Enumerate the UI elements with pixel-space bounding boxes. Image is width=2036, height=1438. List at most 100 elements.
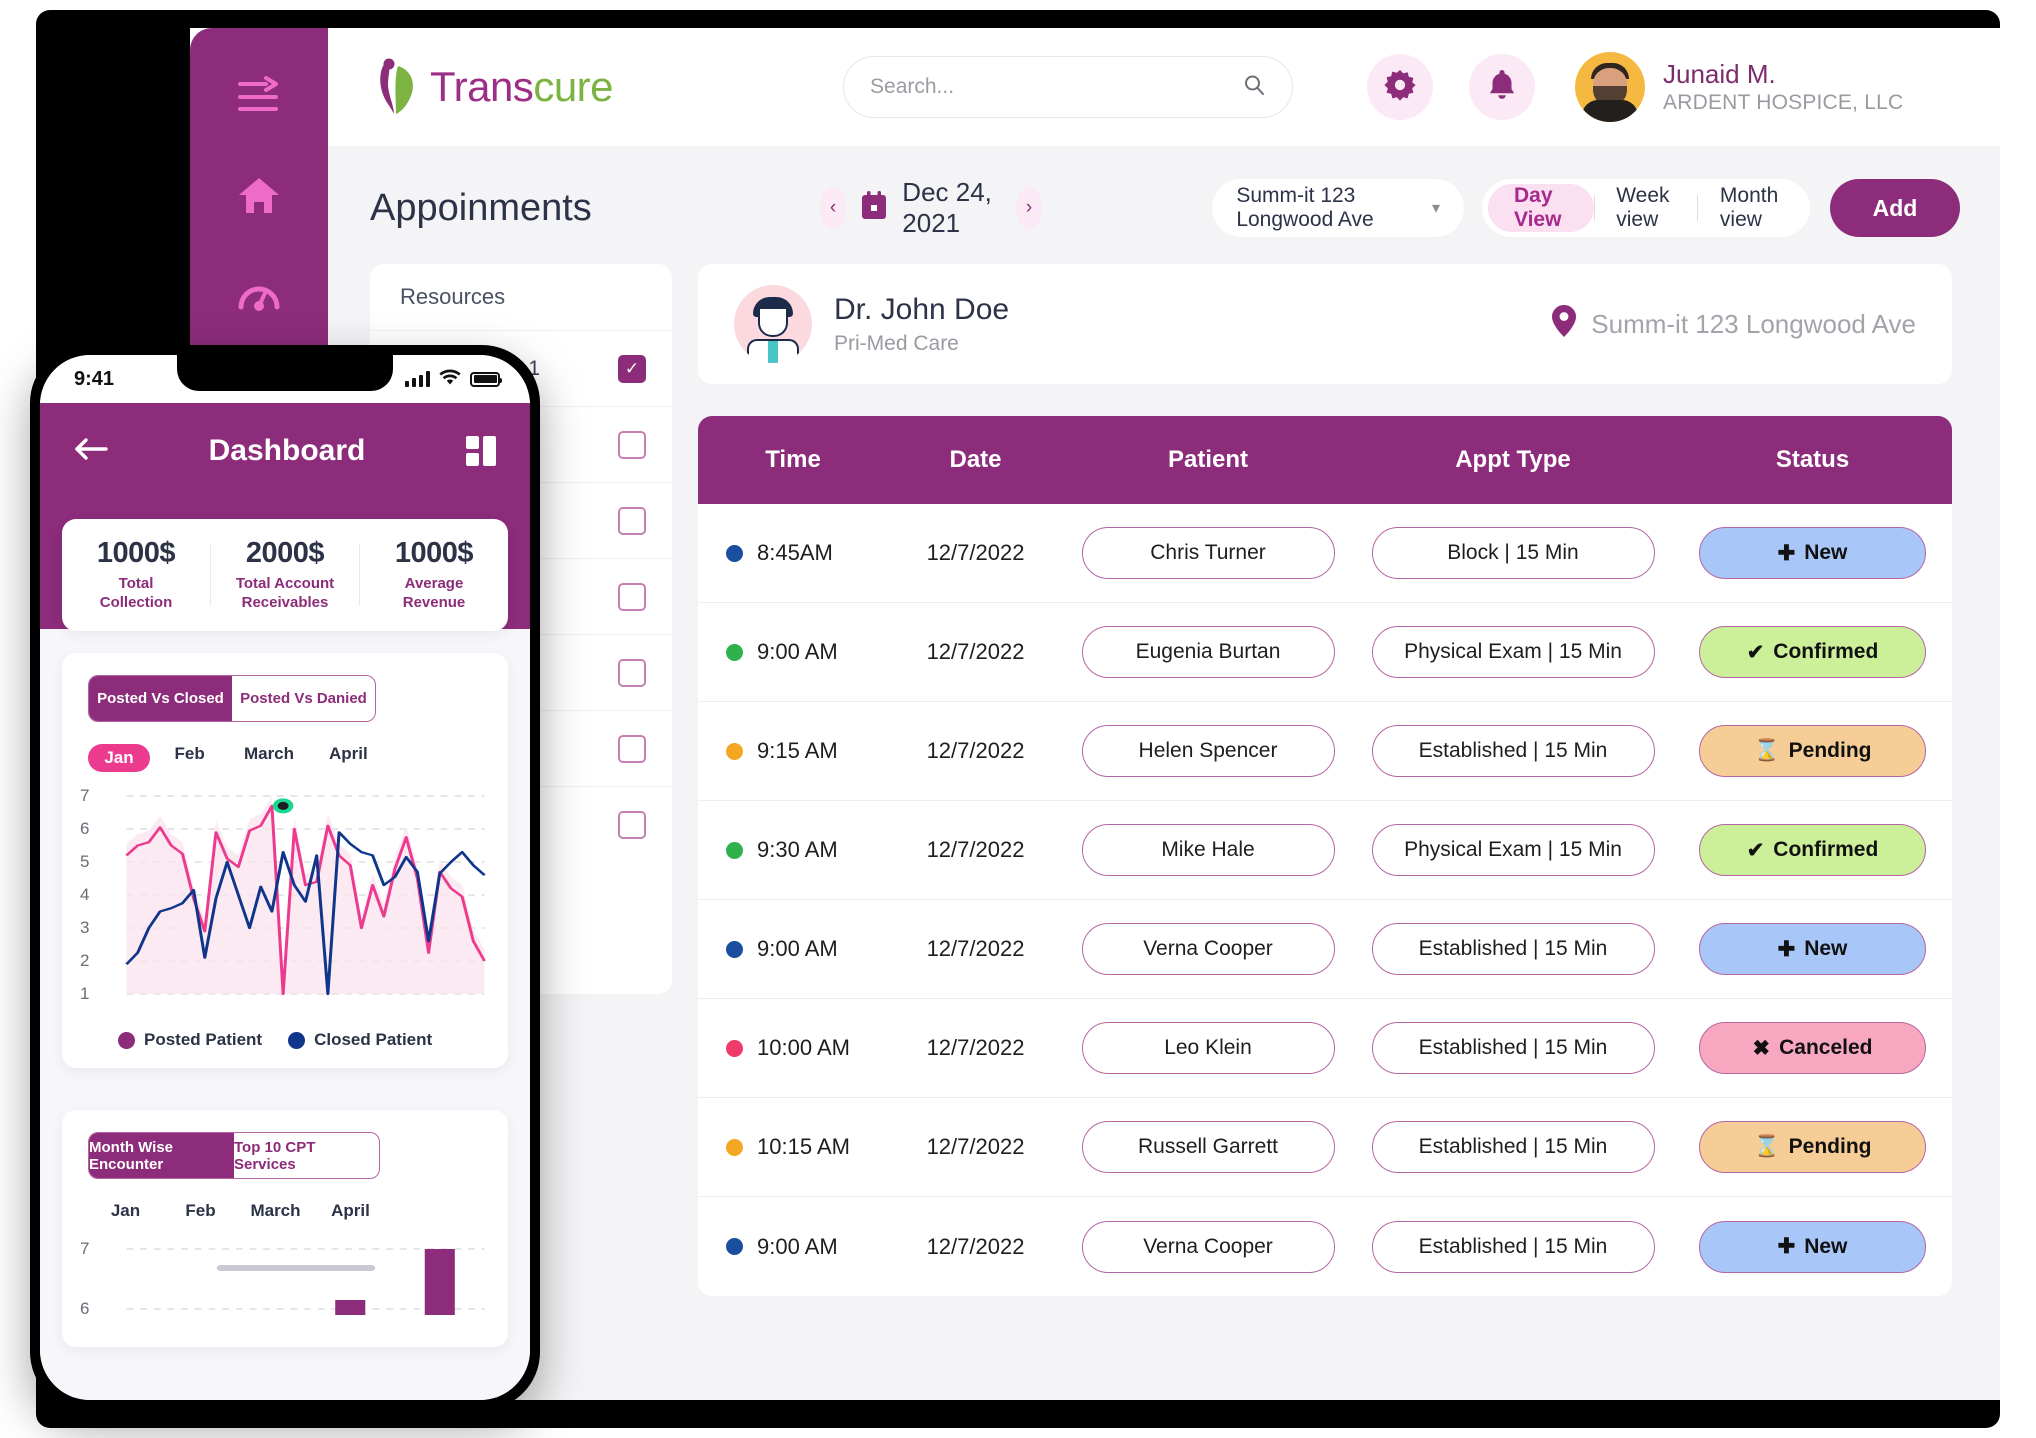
resource-checkbox[interactable]: [618, 582, 646, 611]
appt-type-pill[interactable]: Established | 15 Min: [1371, 725, 1655, 777]
resource-checkbox[interactable]: [618, 506, 646, 535]
resource-checkbox[interactable]: ✓: [618, 354, 646, 383]
tab-posted-vs-danied[interactable]: Posted Vs Danied: [232, 676, 375, 721]
y-axis-tick: 6: [80, 819, 90, 838]
status-badge[interactable]: ✚ New: [1699, 1220, 1926, 1273]
date-navigator: ‹ Dec 24, 2021 ›: [819, 177, 1043, 239]
search-icon[interactable]: [1242, 73, 1266, 102]
appt-type-pill[interactable]: Block | 15 Min: [1371, 527, 1655, 579]
status-dot-icon: [726, 940, 743, 958]
home-icon[interactable]: [190, 146, 328, 246]
prev-date-button[interactable]: ‹: [819, 187, 847, 229]
patient-pill[interactable]: Mike Hale: [1081, 824, 1335, 876]
month-feb[interactable]: Feb: [163, 1201, 238, 1221]
status-badge[interactable]: ⌛ Pending: [1699, 1121, 1926, 1173]
resources-header: Resources: [400, 284, 506, 309]
resource-checkbox[interactable]: [618, 810, 646, 839]
resource-checkbox[interactable]: [618, 430, 646, 459]
status-badge[interactable]: ✔ Confirmed: [1699, 626, 1926, 678]
table-row[interactable]: 9:00 AM 12/7/2022 Verna Cooper Established …: [698, 1197, 1952, 1296]
month-jan[interactable]: Jan: [88, 1201, 163, 1221]
month-april[interactable]: April: [313, 1201, 388, 1221]
back-arrow-icon[interactable]: [74, 436, 108, 467]
patient-pill[interactable]: Chris Turner: [1081, 527, 1335, 579]
location-dropdown[interactable]: Summ-it 123 Longwood Ave ▾: [1212, 179, 1464, 237]
month-march[interactable]: March: [238, 1201, 313, 1221]
status-badge[interactable]: ✚ New: [1699, 527, 1926, 579]
grid-menu-icon[interactable]: [465, 436, 496, 466]
status-badge[interactable]: ✚ New: [1699, 923, 1926, 975]
cell-time: 10:00 AM: [698, 1035, 888, 1061]
table-row[interactable]: 8:45AM 12/7/2022 Chris Turner Block | 15 Mi…: [698, 504, 1952, 603]
tab-week-view[interactable]: Week view: [1594, 184, 1697, 232]
add-appointment-button[interactable]: Add: [1830, 179, 1960, 237]
dashboard-gauge-icon[interactable]: [190, 246, 328, 346]
cell-patient: Chris Turner: [1063, 527, 1353, 579]
patient-pill[interactable]: Verna Cooper: [1081, 1220, 1335, 1273]
user-profile[interactable]: Junaid M. ARDENT HOSPICE, LLC: [1575, 52, 1903, 122]
tab-posted-vs-closed[interactable]: Posted Vs Closed: [89, 676, 232, 721]
status-badge[interactable]: ✖ Canceled: [1699, 1022, 1926, 1074]
table-row[interactable]: 9:00 AM 12/7/2022 Verna Cooper Established …: [698, 900, 1952, 999]
y-axis-tick: 7: [80, 1239, 90, 1258]
tab-top-10-cpt-services[interactable]: Top 10 CPT Services: [234, 1133, 379, 1178]
search-box[interactable]: [843, 56, 1294, 118]
month-jan[interactable]: Jan: [88, 744, 150, 772]
appointments-table: Time Date Patient Appt Type Status 8:45A…: [698, 416, 1952, 1296]
appointment-time: 9:00 AM: [757, 1233, 838, 1259]
cell-time: 8:45AM: [698, 540, 888, 566]
status-icon: ✚: [1777, 1235, 1796, 1258]
table-row[interactable]: 9:15 AM 12/7/2022 Helen Spencer Established…: [698, 702, 1952, 801]
appt-type-pill[interactable]: Established | 15 Min: [1371, 1121, 1655, 1173]
status-dot-icon: [726, 841, 743, 859]
table-row[interactable]: 10:15 AM 12/7/2022 Russell Garrett Establis…: [698, 1098, 1952, 1197]
cell-patient: Eugenia Burtan: [1063, 626, 1353, 678]
tab-month-wise-encounter[interactable]: Month Wise Encounter: [89, 1133, 234, 1178]
status-badge[interactable]: ✔ Confirmed: [1699, 824, 1926, 876]
patient-pill[interactable]: Russell Garrett: [1081, 1121, 1335, 1173]
cell-appt-type: Block | 15 Min: [1353, 527, 1673, 579]
tab-day-view[interactable]: Day View: [1487, 184, 1594, 232]
next-date-button[interactable]: ›: [1015, 187, 1043, 229]
legend-label: Posted Patient: [144, 1030, 263, 1049]
view-switcher: Day View Week view Month view: [1481, 179, 1810, 237]
resource-checkbox[interactable]: [618, 734, 646, 763]
status-dot-icon: [726, 544, 743, 562]
doctor-avatar: [734, 285, 812, 363]
appt-type-pill[interactable]: Physical Exam | 15 Min: [1371, 824, 1655, 876]
patient-pill[interactable]: Verna Cooper: [1081, 923, 1335, 975]
patient-pill[interactable]: Helen Spencer: [1081, 725, 1335, 777]
month-march[interactable]: March: [229, 744, 308, 772]
status-badge[interactable]: ⌛ Pending: [1699, 725, 1926, 777]
month-april[interactable]: April: [309, 744, 388, 772]
cell-status: ✔ Confirmed: [1673, 626, 1952, 678]
appt-type-pill[interactable]: Established | 15 Min: [1371, 1220, 1655, 1273]
settings-button[interactable]: [1367, 54, 1434, 120]
resource-checkbox[interactable]: [618, 658, 646, 687]
cell-date: 12/7/2022: [926, 936, 1025, 961]
table-row[interactable]: 10:00 AM 12/7/2022 Leo Klein Established | …: [698, 999, 1952, 1098]
legend-closed-patient: Closed Patient: [288, 1030, 432, 1050]
appt-type-pill[interactable]: Established | 15 Min: [1371, 923, 1655, 975]
table-row[interactable]: 9:00 AM 12/7/2022 Eugenia Burtan Physical E…: [698, 603, 1952, 702]
logo-wordmark: Transcure: [430, 63, 614, 111]
status-label: New: [1804, 937, 1848, 960]
table-row[interactable]: 9:30 AM 12/7/2022 Mike Hale Physical Exam |…: [698, 801, 1952, 900]
bell-icon[interactable]: [1486, 68, 1518, 107]
kpi-label: Total Account Receivables: [235, 575, 335, 611]
menu-collapse-icon[interactable]: [190, 46, 328, 146]
patient-pill[interactable]: Leo Klein: [1081, 1022, 1335, 1074]
patient-pill[interactable]: Eugenia Burtan: [1081, 626, 1335, 678]
phone-notch: [177, 355, 393, 391]
appt-type-pill[interactable]: Physical Exam | 15 Min: [1371, 626, 1655, 678]
month-feb[interactable]: Feb: [150, 744, 229, 772]
appt-type-pill[interactable]: Established | 15 Min: [1371, 1022, 1655, 1074]
phone-status-time: 9:41: [74, 367, 115, 390]
tab-month-view[interactable]: Month view: [1698, 184, 1804, 232]
cell-time: 9:15 AM: [698, 738, 888, 764]
notifications-button[interactable]: [1469, 54, 1536, 120]
gear-icon[interactable]: [1383, 68, 1417, 107]
search-input[interactable]: [870, 75, 1243, 99]
kpi-total-collection: 1000$ Total Collection: [62, 537, 210, 613]
appointment-time: 9:15 AM: [757, 738, 838, 763]
